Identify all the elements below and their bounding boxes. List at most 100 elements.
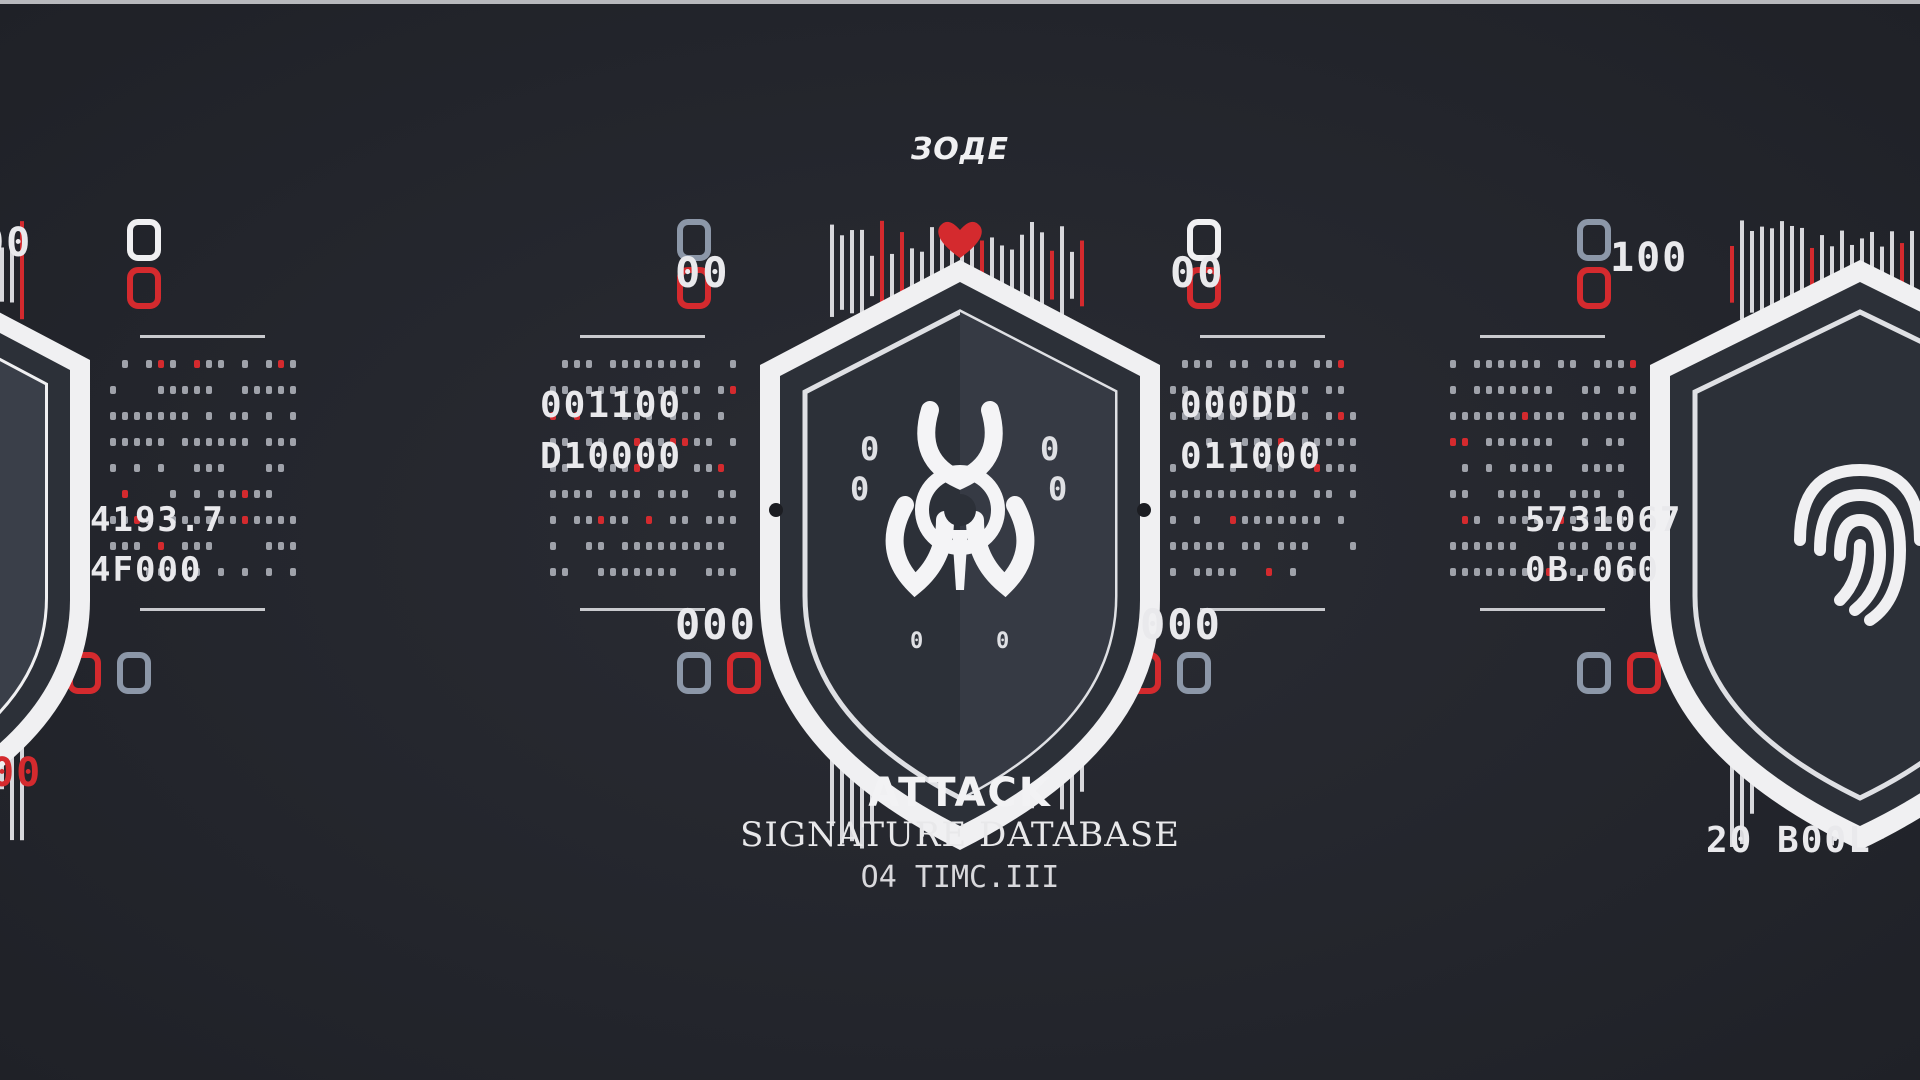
decor-dot: [562, 360, 568, 368]
decor-dot: [1582, 490, 1588, 498]
center-bottom-left-digits: 000: [675, 600, 757, 649]
decor-dot: [266, 360, 272, 368]
decor-dot: [1546, 438, 1552, 446]
decor-dot: [1350, 490, 1356, 498]
decor-dot: [134, 542, 140, 550]
decor-dot: [1314, 490, 1320, 498]
decor-dot: [1278, 516, 1284, 524]
decor-dot: [110, 386, 116, 394]
hero-banner: 4193.7 4F000 00 00 0 0 0 0 0 0: [0, 0, 1920, 1080]
decor-dot: [634, 490, 640, 498]
decor-dot: [562, 568, 568, 576]
decor-dot: [278, 438, 284, 446]
decor-dot: [1510, 438, 1516, 446]
decor-dot: [1290, 516, 1296, 524]
decor-dot: [122, 412, 128, 420]
decor-dot: [1546, 386, 1552, 394]
decor-dot: [206, 438, 212, 446]
decor-digit-box: [1177, 652, 1211, 694]
decor-dot: [682, 490, 688, 498]
decor-dot: [182, 542, 188, 550]
decor-bar: [1040, 232, 1044, 312]
decor-bar: [1760, 226, 1764, 316]
decor-dot: [278, 360, 284, 368]
decor-dot: [718, 412, 724, 420]
decor-dot: [242, 438, 248, 446]
decor-dot: [1630, 412, 1636, 420]
decor-dot: [206, 360, 212, 368]
decor-dot: [1462, 464, 1468, 472]
decor-bar: [860, 229, 864, 314]
decor-dot: [1474, 386, 1480, 394]
top-logo-mark: ЗОДЕ: [910, 132, 1010, 167]
decor-divider: [1480, 608, 1605, 611]
decor-dot: [610, 490, 616, 498]
decor-dot: [682, 516, 688, 524]
decor-dot: [1486, 360, 1492, 368]
decor-dot: [290, 412, 296, 420]
decor-dot: [1350, 542, 1356, 550]
decor-dot: [1498, 490, 1504, 498]
decor-dot: [1194, 542, 1200, 550]
decor-dot: [170, 490, 176, 498]
decor-dot: [242, 360, 248, 368]
decor-dot: [1534, 490, 1540, 498]
decor-divider: [140, 335, 265, 338]
decor-dot: [1194, 360, 1200, 368]
decor-dot: [134, 412, 140, 420]
top-border: [0, 0, 1920, 4]
decor-dot: [158, 386, 164, 394]
decor-dot: [110, 464, 116, 472]
decor-dot: [1606, 438, 1612, 446]
decor-dot: [266, 568, 272, 576]
decor-dot: [182, 438, 188, 446]
right-code-1: 5731067: [1525, 500, 1683, 540]
decor-dot: [1338, 412, 1344, 420]
decor-dot: [730, 360, 736, 368]
right-code-2: 0B.060: [1525, 550, 1660, 590]
decor-digit-box: [1577, 219, 1611, 261]
decor-dot: [634, 542, 640, 550]
decor-dot: [158, 412, 164, 420]
decor-dot: [1302, 386, 1308, 394]
decor-dot: [242, 568, 248, 576]
decor-dot: [550, 568, 556, 576]
decor-dot: [1558, 542, 1564, 550]
decor-digit-box: [1577, 652, 1611, 694]
title-attack: ATTACK: [868, 770, 1052, 816]
decor-dot: [182, 412, 188, 420]
decor-bar: [1070, 251, 1074, 299]
decor-dot: [1278, 490, 1284, 498]
decor-dot: [242, 412, 248, 420]
decor-dot: [1474, 516, 1480, 524]
decor-dot: [1462, 542, 1468, 550]
decor-dot: [1582, 438, 1588, 446]
decor-dot: [718, 516, 724, 524]
decor-dot: [694, 438, 700, 446]
decor-dot: [230, 438, 236, 446]
decor-dot: [1534, 438, 1540, 446]
decor-divider: [580, 335, 705, 338]
decor-dot: [218, 490, 224, 498]
decor-dot: [1266, 360, 1272, 368]
decor-dot: [1326, 412, 1332, 420]
decor-bar: [850, 230, 854, 314]
decor-dot: [218, 438, 224, 446]
decor-dot: [622, 516, 628, 524]
decor-dot: [1218, 568, 1224, 576]
decor-dot: [1338, 516, 1344, 524]
decor-dot: [1606, 542, 1612, 550]
decor-dot: [682, 386, 688, 394]
fingerprint-icon: [1760, 430, 1920, 650]
decor-dot: [1510, 360, 1516, 368]
decor-dot: [1170, 412, 1176, 420]
decor-dot: [694, 542, 700, 550]
decor-dot: [1450, 490, 1456, 498]
decor-dot: [1498, 386, 1504, 394]
decor-dot: [586, 542, 592, 550]
decor-dot: [1242, 542, 1248, 550]
decor-dot: [646, 542, 652, 550]
decor-dot: [1522, 464, 1528, 472]
decor-dot: [730, 516, 736, 524]
decor-dot: [1534, 360, 1540, 368]
